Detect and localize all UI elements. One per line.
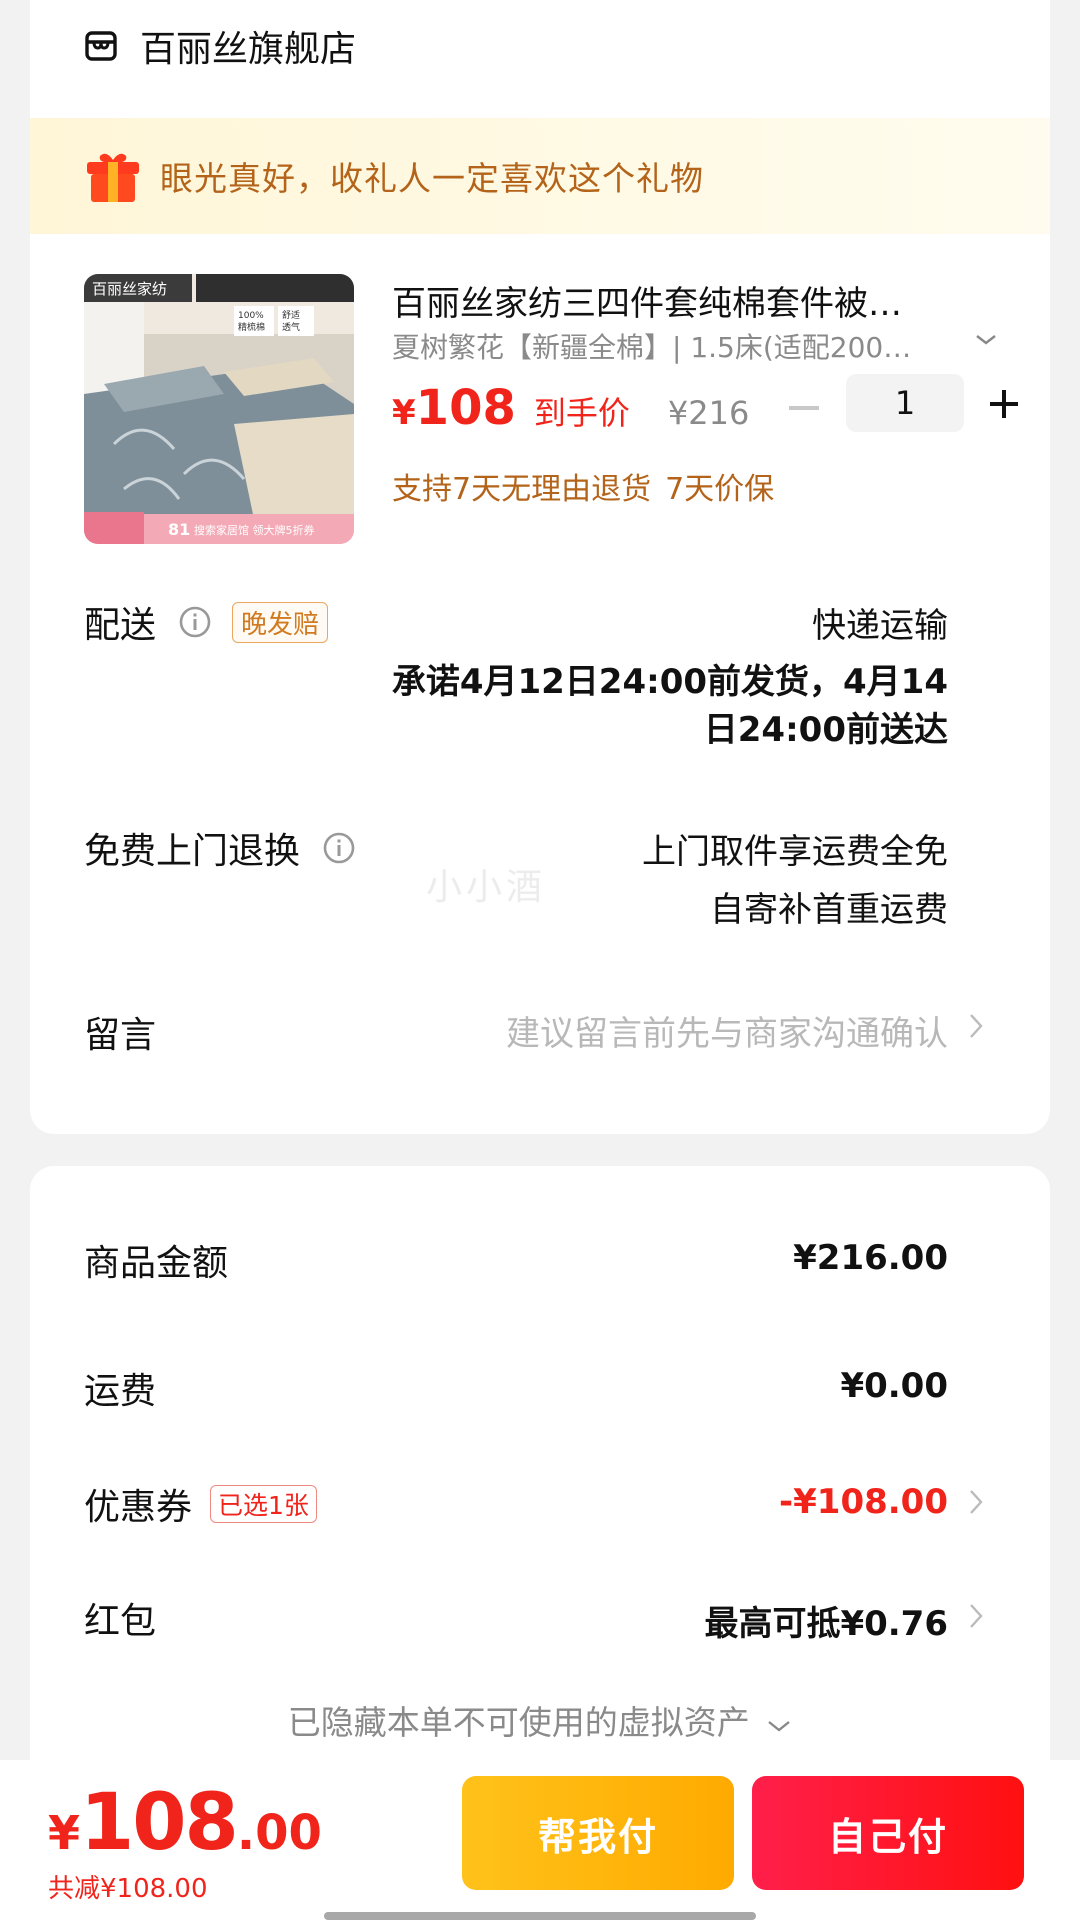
home-indicator[interactable] — [324, 1912, 756, 1920]
guarantee-price-protect: 7天价保 — [665, 472, 775, 507]
price-currency: ¥ — [392, 393, 416, 433]
product-image-badge-1: 100% — [238, 311, 264, 321]
product-image-brand: 百丽丝家纺 — [92, 280, 167, 298]
chevron-down-icon — [768, 1721, 790, 1732]
delivery-promise-line2: 日24:00前送达 — [703, 710, 948, 750]
store-icon — [85, 31, 117, 61]
help-pay-button[interactable]: 帮我付 — [462, 1776, 734, 1890]
product-image-badge-2: 精梳棉 — [238, 321, 265, 333]
chevron-right-icon[interactable] — [964, 1598, 988, 1634]
free-return-line2: 自寄补首重运费 — [710, 890, 948, 930]
chevron-right-icon[interactable] — [964, 1484, 988, 1520]
free-return-label: 免费上门退换 — [84, 831, 301, 872]
product-sku[interactable]: 夏树繁花【新疆全棉】| 1.5床(适配200… — [392, 326, 952, 366]
delivery-label: 配送 — [84, 605, 157, 646]
coupon-label: 优惠券 — [84, 1487, 193, 1528]
product-image-badge-3: 舒适 — [282, 309, 300, 321]
hidden-assets-toggle[interactable]: 已隐藏本单不可使用的虚拟资产 — [30, 1696, 1050, 1744]
info-icon[interactable] — [178, 605, 212, 639]
store-header[interactable]: 百丽丝旗舰店 — [84, 16, 356, 76]
shipping-fee-label: 运费 — [84, 1371, 157, 1412]
coupon-discount-value[interactable]: -¥108.00 — [779, 1482, 948, 1522]
gift-message: 眼光真好，收礼人一定喜欢这个礼物 — [160, 159, 704, 198]
delivery-promise-line1: 承诺4月12日24:00前发货，4月14 — [391, 662, 948, 702]
product-image-badge-4: 透气 — [282, 321, 300, 333]
guarantee-return: 支持7天无理由退货 — [392, 472, 652, 507]
coupon-row[interactable]: 优惠券 已选1张 — [84, 1478, 317, 1530]
self-pay-button[interactable]: 自己付 — [752, 1776, 1024, 1890]
quantity-value[interactable]: 1 — [846, 374, 964, 432]
hidden-assets-text: 已隐藏本单不可使用的虚拟资产 — [287, 1703, 750, 1742]
chevron-down-icon[interactable] — [968, 322, 1004, 358]
red-packet-label: 红包 — [84, 1601, 157, 1642]
goods-amount-label: 商品金额 — [84, 1243, 229, 1284]
final-price: ¥108 — [392, 380, 516, 436]
service-guarantees: 支持7天无理由退货 7天价保 — [392, 464, 774, 508]
info-icon[interactable] — [322, 831, 356, 865]
product-image-footer: 搜索家居馆 领大牌5折券 — [194, 523, 315, 537]
total-decimal: .00 — [236, 1805, 322, 1861]
total-saved: 共减¥108.00 — [48, 1874, 208, 1904]
delivery-method: 快递运输 — [812, 606, 948, 646]
goods-amount-value: ¥216.00 — [793, 1238, 948, 1278]
free-return-line1: 上门取件享运费全免 — [642, 832, 948, 872]
gift-banner: 眼光真好，收礼人一定喜欢这个礼物 — [30, 118, 1050, 234]
gift-icon — [87, 153, 139, 202]
checkout-bar: ¥108.00 共减¥108.00 帮我付 自己付 — [0, 1760, 1080, 1927]
message-input[interactable]: 建议留言前先与商家沟通确认 — [506, 1006, 948, 1055]
product-image[interactable]: 百丽丝家纺 100% 精梳棉 舒适 透气 81 搜索家居馆 领大牌5折券 — [84, 274, 354, 544]
quantity-decrease-button[interactable] — [782, 386, 826, 430]
watermark: 小小酒 — [426, 867, 547, 908]
coupon-selected-badge: 已选1张 — [210, 1485, 317, 1523]
chevron-right-icon[interactable] — [964, 1008, 988, 1044]
free-return-row: 免费上门退换 — [84, 822, 356, 874]
original-price: ¥216 — [667, 394, 750, 432]
delivery-row: 配送 晚发赔 — [84, 596, 329, 648]
message-label: 留言 — [84, 1015, 157, 1056]
order-card: 百丽丝旗舰店 眼光真好，收礼人一定喜欢这个礼物 百丽丝家纺 100% 精梳棉 舒… — [30, 0, 1050, 1134]
final-price-label: 到手价 — [533, 394, 630, 432]
shipping-fee-value: ¥0.00 — [840, 1366, 948, 1406]
late-shipping-badge: 晚发赔 — [232, 601, 329, 643]
price-summary-card: 商品金额 ¥216.00 运费 ¥0.00 优惠券 已选1张 -¥108.00 … — [30, 1166, 1050, 1786]
product-image-footer-num: 81 — [168, 520, 190, 539]
total-integer: 108 — [80, 1778, 239, 1868]
quantity-increase-button[interactable] — [982, 382, 1026, 426]
product-title[interactable]: 百丽丝家纺三四件套纯棉套件被… — [392, 276, 992, 325]
store-name: 百丽丝旗舰店 — [140, 29, 357, 70]
red-packet-value[interactable]: 最高可抵¥0.76 — [704, 1596, 948, 1645]
price-value: 108 — [415, 380, 516, 436]
total-price: ¥108.00 — [48, 1778, 322, 1868]
price-row: ¥108 到手价 ¥216 — [392, 380, 749, 440]
total-currency: ¥ — [48, 1806, 81, 1860]
